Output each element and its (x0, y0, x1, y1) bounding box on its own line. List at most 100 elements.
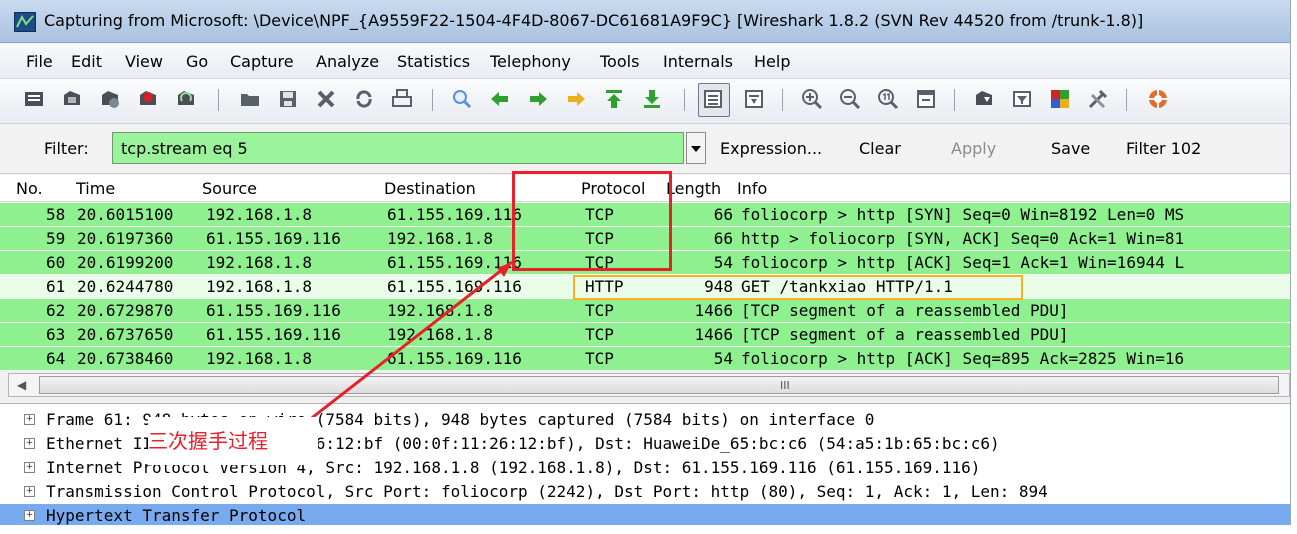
packet-length: 54 (713, 253, 733, 272)
menu-go[interactable]: Go (186, 52, 208, 71)
find-icon[interactable] (450, 87, 474, 111)
toolbar-separator (218, 89, 219, 111)
colorize-icon[interactable] (701, 87, 725, 111)
expand-icon[interactable]: + (24, 438, 35, 449)
menu-statistics[interactable]: Statistics (397, 52, 470, 71)
packet-info: [TCP segment of a reassembled PDU] (741, 301, 1069, 320)
scroll-left-icon[interactable]: ◀ (17, 378, 26, 392)
detail-row[interactable]: + Hypertext Transfer Protocol (0, 504, 1290, 525)
zoom-out-icon[interactable] (838, 87, 862, 111)
display-filters-icon[interactable] (1010, 87, 1034, 111)
save-filter-button[interactable]: Save (1051, 139, 1090, 158)
column-length[interactable]: Length (666, 179, 721, 198)
detail-row[interactable]: + Transmission Control Protocol, Src Port… (0, 480, 1290, 504)
packet-no: 62 (46, 301, 66, 320)
print-icon[interactable] (390, 87, 414, 111)
capture-filters-icon[interactable] (972, 87, 996, 111)
filter-toolbar: Filter: Expression... Clear Apply Save F… (0, 125, 1290, 174)
packet-time: 20.6199200 (77, 253, 174, 272)
toolbar-separator (954, 89, 955, 111)
scroll-thumb[interactable]: III (39, 376, 1279, 394)
zoom-normal-icon[interactable] (876, 87, 900, 111)
packet-length: 66 (713, 229, 733, 248)
coloring-rules-icon[interactable] (1048, 87, 1072, 111)
packet-destination: 192.168.1.8 (387, 325, 493, 344)
toolbar-separator (782, 89, 783, 111)
packet-destination: 61.155.169.116 (387, 349, 522, 368)
packet-source: 61.155.169.116 (206, 229, 341, 248)
save-file-icon[interactable] (276, 87, 300, 111)
menu-help[interactable]: Help (754, 52, 790, 71)
toolbar-separator (1126, 89, 1127, 111)
resize-columns-icon[interactable] (914, 87, 938, 111)
expand-icon[interactable]: + (24, 510, 35, 521)
packet-row[interactable]: 64 20.6738460 192.168.1.8 61.155.169.116 TCP… (0, 347, 1290, 370)
autoscroll-icon[interactable] (742, 87, 766, 111)
expand-icon[interactable]: + (24, 462, 35, 473)
packet-info: foliocorp > http [ACK] Seq=895 Ack=2825 … (741, 349, 1185, 368)
packet-destination: 61.155.169.116 (387, 253, 522, 272)
filter-history-dropdown[interactable] (686, 132, 706, 164)
go-last-icon[interactable] (640, 87, 664, 111)
menu-capture[interactable]: Capture (230, 52, 294, 71)
packet-info: foliocorp > http [SYN] Seq=0 Win=8192 Le… (741, 205, 1185, 224)
menu-internals[interactable]: Internals (663, 52, 733, 71)
packet-length: 66 (713, 205, 733, 224)
column-time[interactable]: Time (76, 179, 115, 198)
expand-icon[interactable]: + (24, 414, 35, 425)
packet-row[interactable]: 62 20.6729870 61.155.169.116 192.168.1.8 TCP… (0, 299, 1290, 322)
menu-view[interactable]: View (125, 52, 163, 71)
packet-list-hscrollbar[interactable]: ◀ III (8, 373, 1290, 397)
start-capture-icon[interactable] (98, 87, 122, 111)
apply-button[interactable]: Apply (951, 139, 996, 158)
go-first-icon[interactable] (602, 87, 626, 111)
packet-row[interactable]: 63 20.6737650 61.155.169.116 192.168.1.8 TCP… (0, 323, 1290, 346)
packet-no: 61 (46, 277, 66, 296)
packet-info: foliocorp > http [ACK] Seq=1 Ack=1 Win=1… (741, 253, 1185, 272)
packet-destination: 61.155.169.116 (387, 205, 522, 224)
stop-capture-icon[interactable] (136, 87, 160, 111)
packet-length: 1466 (694, 301, 733, 320)
reload-icon[interactable] (352, 87, 376, 111)
window-title: Capturing from Microsoft: \Device\NPF_{A… (44, 11, 1144, 30)
close-file-icon[interactable] (314, 87, 338, 111)
expression-button[interactable]: Expression... (720, 139, 822, 158)
handshake-highlight-box (512, 171, 672, 271)
menu-analyze[interactable]: Analyze (316, 52, 379, 71)
saved-filter-102-button[interactable]: Filter 102 (1126, 139, 1201, 158)
go-forward-icon[interactable] (526, 87, 550, 111)
restart-capture-icon[interactable] (174, 87, 198, 111)
menu-edit[interactable]: Edit (71, 52, 102, 71)
column-source[interactable]: Source (202, 179, 257, 198)
column-info[interactable]: Info (737, 179, 767, 198)
clear-button[interactable]: Clear (859, 139, 901, 158)
packet-length: 54 (713, 349, 733, 368)
help-icon[interactable] (1146, 87, 1170, 111)
menu-file[interactable]: File (26, 52, 53, 71)
packet-time: 20.6737650 (77, 325, 174, 344)
zoom-in-icon[interactable] (800, 87, 824, 111)
menu-tools[interactable]: Tools (600, 52, 639, 71)
menu-telephony[interactable]: Telephony (490, 52, 571, 71)
go-back-icon[interactable] (488, 87, 512, 111)
menu-bar: File Edit View Go Capture Analyze Statis… (0, 44, 1290, 79)
preferences-icon[interactable] (1086, 87, 1110, 111)
toolbar-separator (684, 89, 685, 111)
packet-no: 58 (46, 205, 66, 224)
options-icon[interactable] (60, 87, 84, 111)
annotation-callout: 三次握手过程 (148, 417, 318, 465)
expand-icon[interactable]: + (24, 486, 35, 497)
packet-source: 192.168.1.8 (206, 253, 312, 272)
packet-time: 20.6244780 (77, 277, 174, 296)
display-filter-input[interactable] (112, 132, 684, 164)
column-destination[interactable]: Destination (384, 179, 476, 198)
packet-protocol: TCP (585, 325, 614, 344)
packet-no: 63 (46, 325, 66, 344)
interfaces-icon[interactable] (22, 87, 46, 111)
packet-destination: 192.168.1.8 (387, 301, 493, 320)
go-to-packet-icon[interactable] (564, 87, 588, 111)
open-file-icon[interactable] (238, 87, 262, 111)
column-no[interactable]: No. (16, 179, 43, 198)
title-bar: Capturing from Microsoft: \Device\NPF_{A… (0, 0, 1290, 43)
packet-info: http > foliocorp [SYN, ACK] Seq=0 Ack=1 … (741, 229, 1185, 248)
